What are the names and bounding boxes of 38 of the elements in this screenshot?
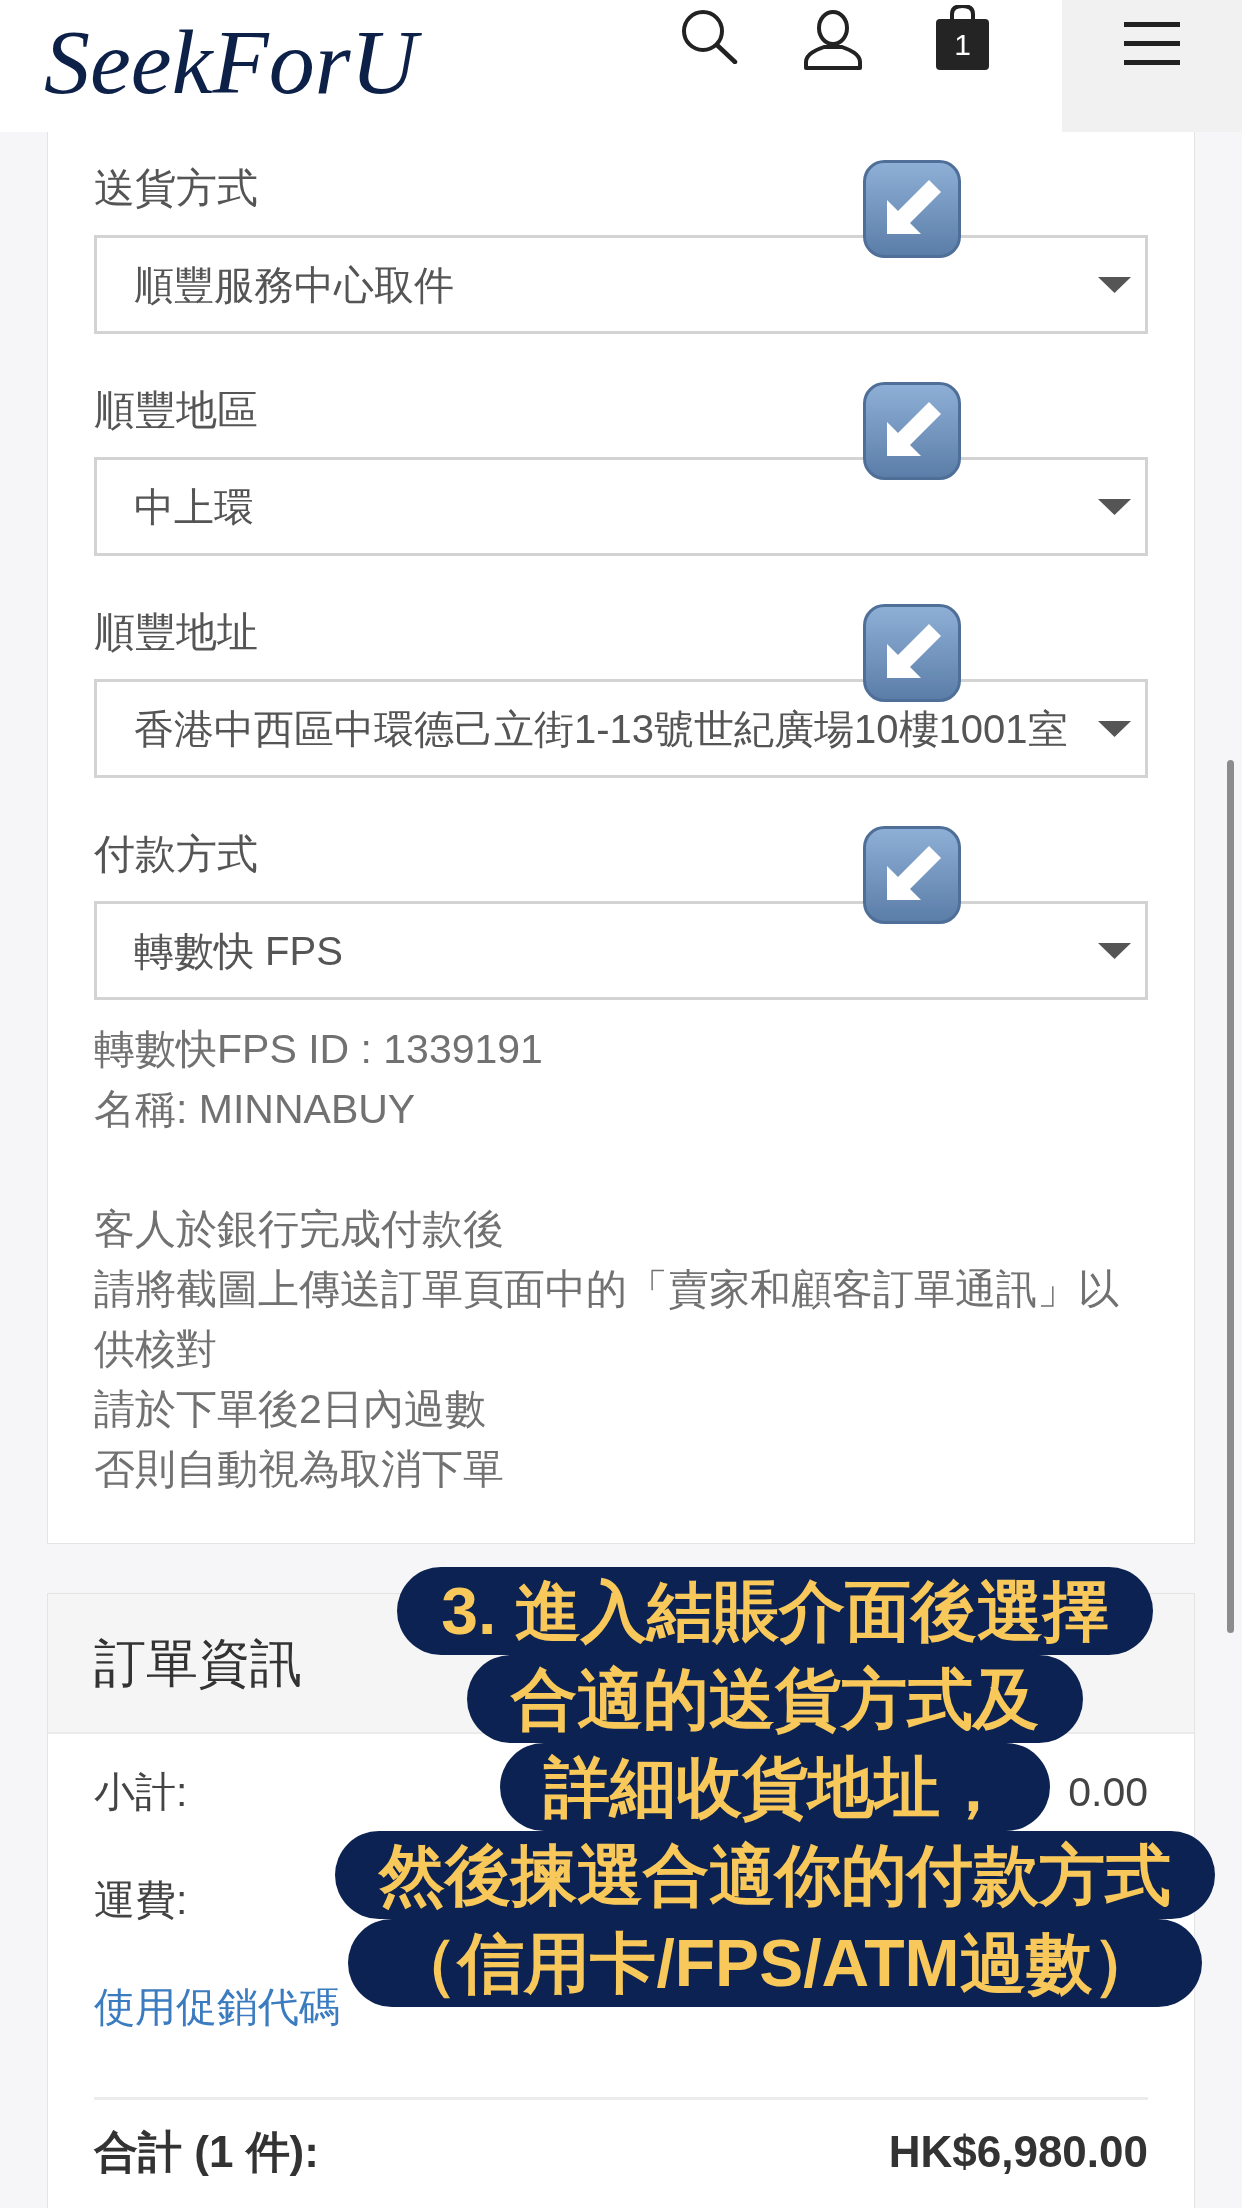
caption-line: 詳細收貨地址， (500, 1743, 1050, 1831)
caption-line: 3. 進入結賬介面後選擇 (397, 1567, 1153, 1655)
user-icon[interactable] (803, 10, 863, 70)
payment-detail-text: 名稱: MINNABUY (94, 1085, 416, 1134)
field-label: 順豐地址 (94, 608, 258, 657)
total-value: HK$6,980.00 (888, 2126, 1148, 2178)
summary-value: 0.00 (1068, 1768, 1148, 1817)
caret-icon (1098, 498, 1131, 515)
dropdown-field[interactable]: 中上環 (94, 457, 1148, 556)
payment-note-text: 請將截圖上傳送訂單頁面中的「賣家和顧客訂單通訊」以供核對 (94, 1265, 1120, 1374)
payment-note-text: 客人於銀行完成付款後 (94, 1205, 504, 1254)
payment-note-text: 請於下單後2日內過數 (94, 1385, 486, 1434)
shopping-bag-icon (935, 5, 990, 71)
caret-icon (1098, 942, 1131, 959)
promo-code-link[interactable]: 使用促銷代碼 (94, 1984, 340, 2030)
caption-line: 合適的送貨方式及 (467, 1655, 1083, 1743)
field-label: 順豐地區 (94, 386, 258, 435)
total-label: 合計 (1 件): (94, 2126, 319, 2178)
dropdown-field[interactable]: 香港中西區中環德己立街1-13號世紀廣場10樓1001室 (94, 679, 1148, 778)
caret-icon (1098, 720, 1131, 737)
cart-button[interactable]: 1 (935, 5, 990, 71)
logo-text[interactable]: SeekForU (40, 6, 439, 118)
menu-button[interactable] (1062, 0, 1242, 132)
payment-detail-text: 轉數快FPS ID : 1339191 (94, 1025, 543, 1074)
caption-line: （信用卡/FPS/ATM過數） (348, 1919, 1202, 2007)
payment-note-text: 否則自動視為取消下單 (94, 1445, 504, 1494)
scrollbar-thumb[interactable] (1227, 760, 1234, 1633)
search-icon[interactable] (680, 8, 738, 64)
menu-icon (1124, 22, 1180, 65)
caption-line: 然後揀選合適你的付款方式 (335, 1831, 1215, 1919)
caret-icon (1098, 276, 1131, 293)
dropdown-field[interactable]: 轉數快 FPS (94, 901, 1148, 1000)
dropdown-field[interactable]: 順豐服務中心取件 (94, 235, 1148, 334)
summary-label: 運費: (94, 1876, 188, 1925)
field-label: 付款方式 (94, 830, 258, 879)
field-label: 送貨方式 (94, 164, 258, 213)
section-title: 訂單資訊 (94, 1633, 302, 1694)
summary-label: 小計: (94, 1768, 188, 1817)
